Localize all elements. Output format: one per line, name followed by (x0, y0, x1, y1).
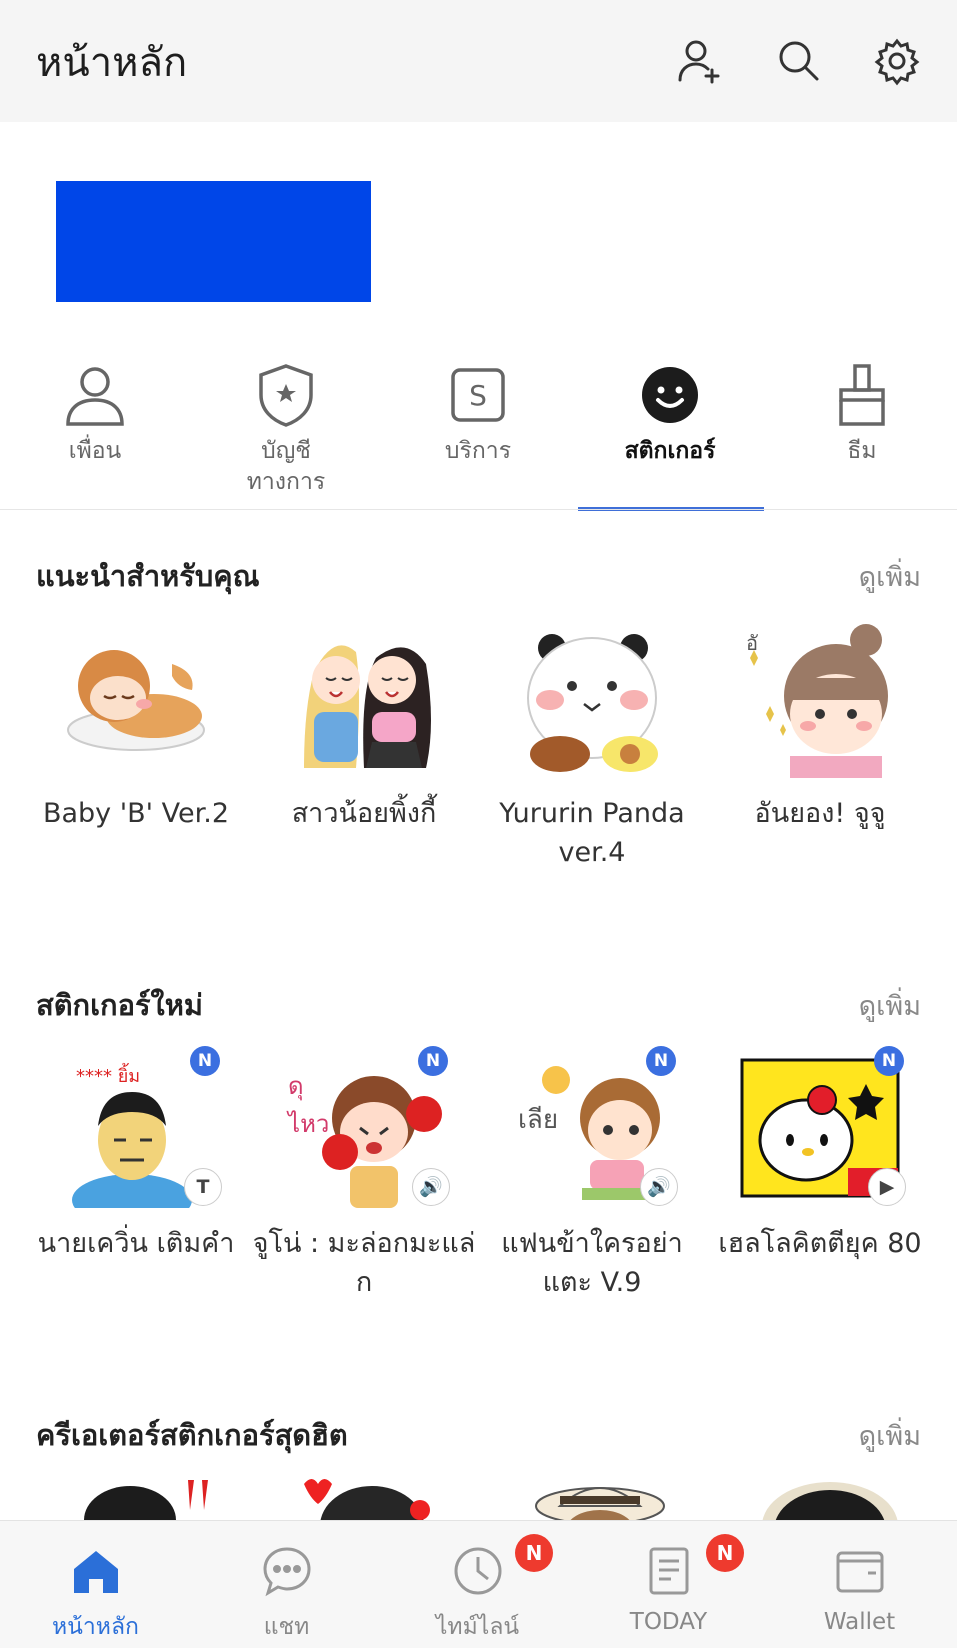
sticker-thumbnail (56, 618, 216, 778)
tab-label: บริการ (444, 438, 512, 464)
sticker-item[interactable]: Baby 'B' Ver.2 (21, 618, 251, 833)
sticker-name: อันยอง! จูจู (754, 798, 886, 829)
sticker-name: Yururin Panda ver.4 (499, 798, 685, 868)
new-badge: N (418, 1046, 448, 1076)
nav-chat[interactable]: แชท (191, 1521, 382, 1648)
nav-label: หน้าหลัก (52, 1614, 139, 1640)
sticker-thumbnail: เลีย N 🔊 (512, 1046, 678, 1208)
see-more-new-stickers[interactable]: ดูเพิ่ม (859, 984, 921, 1027)
sticker-item[interactable]: ดุ ไหว N 🔊 จูโน่ : มะล่อกมะแล่ก (249, 1046, 479, 1302)
sticker-thumbnail[interactable] (70, 1470, 230, 1520)
svg-text:เลีย: เลีย (518, 1105, 558, 1135)
sticker-thumbnail[interactable] (750, 1470, 910, 1520)
tab-label: เพื่อน (68, 438, 122, 464)
add-friend-icon[interactable] (676, 36, 726, 86)
section-title-new-stickers: สติกเกอร์ใหม่ (36, 988, 203, 1022)
play-icon: ▶ (868, 1168, 906, 1206)
sticker-thumbnail: ดุ ไหว N 🔊 (284, 1046, 450, 1208)
nav-today[interactable]: TODAY N (573, 1521, 764, 1648)
sticker-name: Baby 'B' Ver.2 (42, 798, 230, 829)
svg-text:ไหว: ไหว (286, 1110, 329, 1138)
tab-services[interactable]: S บริการ (383, 360, 573, 467)
section-title-creators: ครีเอเตอร์สติกเกอร์สุดฮิต (36, 1418, 348, 1452)
sticker-thumbnail[interactable] (290, 1470, 450, 1520)
nav-wallet[interactable]: Wallet (764, 1521, 955, 1648)
sticker-thumbnail (512, 618, 672, 778)
svg-text:**** ยิ้ม: **** ยิ้ม (76, 1063, 140, 1087)
sound-icon: 🔊 (640, 1168, 678, 1206)
see-more-creators[interactable]: ดูเพิ่ม (859, 1414, 921, 1457)
sticker-thumbnail: อั (740, 618, 900, 778)
nav-label: แชท (263, 1614, 310, 1640)
nav-label: ไทม์ไลน์ (435, 1614, 520, 1640)
category-tabs: เพื่อน บัญชี ทางการ S บริการ สติกเกอร์ ธ… (0, 360, 957, 511)
app-header: หน้าหลัก (0, 0, 957, 122)
new-badge: N (646, 1046, 676, 1076)
text-sticker-icon: T (184, 1168, 222, 1206)
sticker-item[interactable]: อั อันยอง! จูจู (705, 618, 935, 833)
sticker-thumbnail: **** ยิ้ม N T (56, 1046, 222, 1226)
svg-text:อั: อั (746, 631, 758, 655)
svg-text:ดุ: ดุ (288, 1072, 304, 1101)
sticker-name: สาวน้อยพิ้งกี้ (291, 798, 437, 829)
section-title-recommended: แนะนำสำหรับคุณ (36, 559, 260, 593)
svg-text:S: S (469, 379, 487, 412)
tab-label: ธีม (847, 438, 877, 464)
nav-home[interactable]: หน้าหลัก (0, 1521, 191, 1648)
sticker-item[interactable]: เลีย N 🔊 แฟนข้าใครอย่าแตะ V.9 (477, 1046, 707, 1302)
sticker-item[interactable]: สาวน้อยพิ้งกี้ (249, 618, 479, 833)
sticker-item[interactable]: Yururin Panda ver.4 (477, 618, 707, 872)
sticker-thumbnail[interactable] (520, 1470, 680, 1520)
home-icon (73, 1551, 118, 1593)
page-title: หน้าหลัก (36, 40, 188, 86)
wallet-icon (836, 1551, 883, 1593)
sticker-name: แฟนข้าใครอย่าแตะ V.9 (501, 1228, 683, 1298)
sticker-name: เฮลโลคิตตียุค 80 (718, 1228, 922, 1259)
sticker-item[interactable]: **** ยิ้ม N T นายเควิ่น เติมคำ (21, 1046, 251, 1263)
search-icon[interactable] (774, 36, 824, 86)
sticker-thumbnail (284, 618, 444, 778)
news-icon (649, 1547, 688, 1595)
sticker-name: นายเควิ่น เติมคำ (37, 1228, 235, 1259)
bottom-nav: หน้าหลัก แชท ไทม์ไลน์ N TODAY N Wallet (0, 1520, 957, 1648)
see-more-recommended[interactable]: ดูเพิ่ม (859, 555, 921, 598)
gear-icon[interactable] (872, 36, 922, 86)
sticker-item[interactable]: N ▶ เฮลโลคิตตียุค 80 (705, 1046, 935, 1263)
tab-label: บัญชี ทางการ (246, 438, 326, 495)
notification-badge: N (515, 1534, 553, 1572)
notification-badge: N (706, 1534, 744, 1572)
nav-label: TODAY (629, 1609, 708, 1635)
tab-official-accounts[interactable]: บัญชี ทางการ (191, 360, 381, 498)
promo-banner[interactable] (56, 181, 371, 302)
sound-icon: 🔊 (412, 1168, 450, 1206)
clock-icon (454, 1547, 501, 1595)
tab-themes[interactable]: ธีม (767, 360, 957, 467)
divider (0, 509, 957, 510)
tab-label: สติกเกอร์ (624, 438, 716, 464)
nav-timeline[interactable]: ไทม์ไลน์ N (382, 1521, 573, 1648)
chat-icon (262, 1547, 311, 1597)
new-badge: N (874, 1046, 904, 1076)
tab-stickers[interactable]: สติกเกอร์ (575, 360, 765, 467)
tab-friends[interactable]: เพื่อน (0, 360, 190, 467)
sticker-thumbnail: N ▶ (740, 1046, 906, 1208)
new-badge: N (190, 1046, 220, 1076)
nav-label: Wallet (823, 1609, 896, 1635)
sticker-name: จูโน่ : มะล่อกมะแล่ก (252, 1228, 476, 1298)
